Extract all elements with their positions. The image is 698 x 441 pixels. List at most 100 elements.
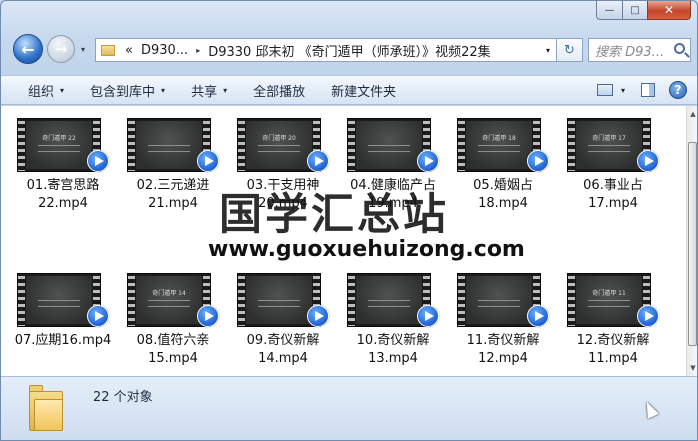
- file-name: 09.奇仪新解 14.mp4: [231, 332, 335, 368]
- command-bar: 组织 ▾ 包含到库中 ▾ 共享 ▾ 全部播放 新建文件夹 ▾ ?: [1, 75, 697, 105]
- scroll-up-icon[interactable]: ▲: [687, 106, 697, 122]
- address-dropdown-icon[interactable]: ▾: [540, 39, 556, 61]
- include-in-library-label: 包含到库中: [90, 84, 156, 100]
- file-name: 08.值符六亲 15.mp4: [121, 332, 225, 368]
- recent-pages-dropdown[interactable]: ▾: [81, 45, 85, 54]
- chevron-down-icon: ▾: [60, 85, 65, 95]
- breadcrumb-separator[interactable]: ▸: [192, 46, 204, 55]
- search-placeholder: 搜索 D93...: [595, 44, 665, 60]
- file-name-line2: 13.mp4: [368, 351, 418, 366]
- scroll-down-icon[interactable]: ▼: [687, 360, 697, 376]
- file-item[interactable]: 奇门遁甲 18 05.婚姻占18.mp4: [451, 106, 555, 224]
- file-name: 07.应期16.mp4: [11, 332, 115, 350]
- include-in-library-menu[interactable]: 包含到库中 ▾: [77, 81, 178, 100]
- help-icon[interactable]: ?: [669, 81, 687, 99]
- search-input[interactable]: 搜索 D93...: [588, 38, 691, 62]
- chevron-down-icon: ▾: [161, 85, 166, 95]
- thumbnail-title: 奇门遁甲 17: [592, 135, 626, 142]
- video-player-icon: [527, 150, 549, 172]
- thumbnail-title: 奇门遁甲 20: [262, 135, 296, 142]
- new-folder-button[interactable]: 新建文件夹: [318, 81, 409, 100]
- file-name-line1: 11.奇仪新解: [466, 333, 540, 348]
- file-name-line2: 14.mp4: [258, 351, 308, 366]
- file-name-line1: 07.应期16.mp4: [14, 333, 112, 348]
- file-name-line2: 15.mp4: [148, 351, 198, 366]
- address-bar[interactable]: « D930... ▸ D9330 邱末初 《奇门遁甲（师承班）》视频22集 ▾: [95, 38, 557, 62]
- video-player-icon: [87, 305, 109, 327]
- play-all-button[interactable]: 全部播放: [240, 81, 318, 100]
- file-name-line1: 10.奇仪新解: [356, 333, 430, 348]
- file-name: 01.寄宫思路 22.mp4: [11, 177, 115, 213]
- folder-icon: [101, 44, 115, 56]
- search-icon[interactable]: [674, 43, 685, 54]
- scrollbar-thumb[interactable]: [688, 142, 697, 346]
- watermark-text: 国学汇总站: [219, 190, 449, 240]
- file-name-line2: 11.mp4: [588, 351, 638, 366]
- organize-menu[interactable]: 组织 ▾: [15, 81, 77, 100]
- file-name-line1: 08.值符六亲: [136, 333, 210, 348]
- folder-icon: [29, 385, 63, 431]
- thumbnail-title: 奇门遁甲 11: [592, 290, 626, 297]
- breadcrumb-parent[interactable]: D930...: [137, 43, 192, 58]
- chevron-down-icon: ▾: [223, 85, 228, 95]
- back-arrow-icon[interactable]: ←: [13, 34, 43, 64]
- refresh-button[interactable]: ↻: [557, 38, 583, 62]
- file-name-line1: 12.奇仪新解: [576, 333, 650, 348]
- video-player-icon: [527, 305, 549, 327]
- share-label: 共享: [191, 84, 218, 100]
- file-item[interactable]: 奇门遁甲 17 06.事业占17.mp4: [561, 106, 665, 224]
- file-item[interactable]: 奇门遁甲 14 08.值符六亲 15.mp4: [121, 261, 225, 376]
- video-player-icon: [197, 150, 219, 172]
- file-name-line2: 12.mp4: [478, 351, 528, 366]
- thumbnail-title: 奇门遁甲 14: [152, 290, 186, 297]
- file-name-line1: 06.事业占17.mp4: [583, 178, 643, 211]
- file-item[interactable]: 奇门遁甲 11 12.奇仪新解 11.mp4: [561, 261, 665, 376]
- caption-buttons: — □ ✕: [596, 1, 691, 20]
- video-player-icon: [87, 150, 109, 172]
- file-item[interactable]: 10.奇仪新解 13.mp4: [341, 261, 445, 376]
- file-name-line1: 02.三元递进: [136, 178, 210, 193]
- video-player-icon: [417, 305, 439, 327]
- organize-label: 组织: [28, 84, 55, 100]
- close-button[interactable]: ✕: [647, 1, 691, 20]
- watermark-url: www.guoxuehuizong.com: [208, 237, 525, 262]
- file-name-line2: 21.mp4: [148, 196, 198, 211]
- item-count: 22 个对象: [93, 390, 153, 405]
- vertical-scrollbar[interactable]: ▲ ▼: [686, 106, 697, 376]
- file-name: 05.婚姻占18.mp4: [451, 177, 555, 213]
- file-item[interactable]: 11.奇仪新解 12.mp4: [451, 261, 555, 376]
- video-player-icon: [307, 150, 329, 172]
- file-name-line1: 01.寄宫思路: [26, 178, 100, 193]
- address-overflow[interactable]: «: [121, 43, 137, 58]
- file-item[interactable]: 07.应期16.mp4: [11, 261, 115, 376]
- video-player-icon: [417, 150, 439, 172]
- file-item[interactable]: 02.三元递进 21.mp4: [121, 106, 225, 224]
- file-item[interactable]: 奇门遁甲 22 01.寄宫思路 22.mp4: [11, 106, 115, 224]
- minimize-button[interactable]: —: [596, 1, 622, 20]
- video-player-icon: [197, 305, 219, 327]
- view-controls: ▾ ?: [596, 81, 687, 99]
- thumbnail-title: 奇门遁甲 18: [482, 135, 516, 142]
- file-item[interactable]: 09.奇仪新解 14.mp4: [231, 261, 335, 376]
- forward-arrow-icon[interactable]: →: [47, 35, 75, 63]
- preview-pane-icon[interactable]: [641, 83, 655, 97]
- view-dropdown-icon[interactable]: ▾: [621, 86, 625, 95]
- video-player-icon: [307, 305, 329, 327]
- change-view-icon[interactable]: [596, 84, 613, 96]
- video-player-icon: [637, 305, 659, 327]
- file-name: 10.奇仪新解 13.mp4: [341, 332, 445, 368]
- file-name: 12.奇仪新解 11.mp4: [561, 332, 665, 368]
- thumbnail-title: 奇门遁甲 22: [42, 135, 76, 142]
- breadcrumb-current[interactable]: D9330 邱末初 《奇门遁甲（师承班）》视频22集: [204, 41, 494, 60]
- explorer-window: — □ ✕ ← → ▾ « D930... ▸ D9330 邱末初 《奇门遁甲（…: [0, 0, 698, 441]
- file-name: 06.事业占17.mp4: [561, 177, 665, 213]
- navigation-bar: ← → ▾ « D930... ▸ D9330 邱末初 《奇门遁甲（师承班）》视…: [1, 31, 697, 69]
- file-name-line1: 09.奇仪新解: [246, 333, 320, 348]
- video-player-icon: [637, 150, 659, 172]
- file-name: 11.奇仪新解 12.mp4: [451, 332, 555, 368]
- file-name-line1: 05.婚姻占18.mp4: [473, 178, 533, 211]
- share-menu[interactable]: 共享 ▾: [178, 81, 240, 100]
- maximize-button[interactable]: □: [622, 1, 647, 20]
- details-pane: 22 个对象: [1, 376, 697, 440]
- file-name-line2: 22.mp4: [38, 196, 88, 211]
